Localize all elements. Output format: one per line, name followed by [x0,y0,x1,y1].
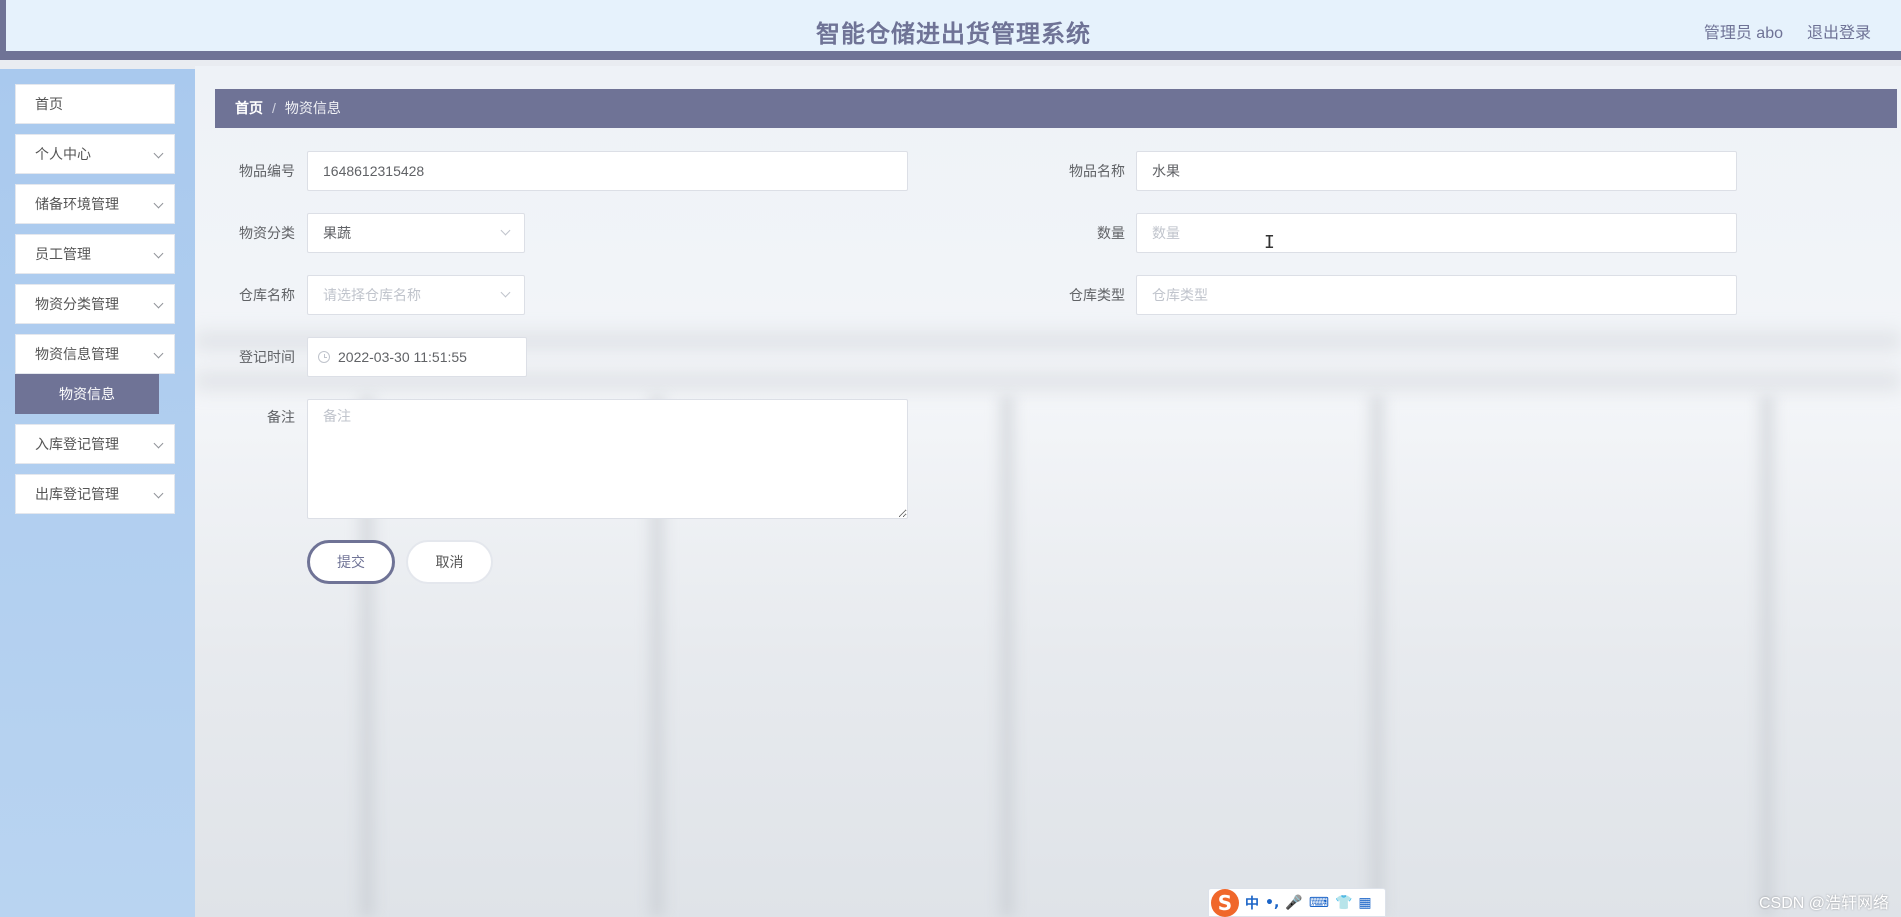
app-title: 智能仓储进出货管理系统 [816,21,1091,48]
quantity-input[interactable] [1136,213,1737,253]
category-select[interactable] [307,213,525,253]
category-select-value[interactable] [307,213,525,253]
chevron-down-icon [153,148,164,159]
sidebar-item-inbound[interactable]: 入库登记管理 [15,424,175,464]
sidebar-item-outbound[interactable]: 出库登记管理 [15,474,175,514]
warehouse-name-select-value[interactable] [307,275,525,315]
breadcrumb-current: 物资信息 [284,100,341,116]
cancel-button[interactable]: 取消 [406,540,493,584]
current-user: 管理员 abo [1703,25,1783,42]
clock-icon [318,351,330,363]
sidebar-item-label: 物资分类管理 [35,296,119,312]
warehouse-type-label: 仓库类型 [1069,287,1125,303]
chevron-down-icon [153,488,164,499]
breadcrumb-separator: / [272,100,276,116]
sidebar-item-label: 储备环境管理 [35,196,119,212]
ime-microphone-icon[interactable]: 🎤 [1285,895,1302,911]
ime-toolbar: S 中 •, 🎤 ⌨ 👕 ▦ [1208,888,1386,917]
watermark: CSDN @浩轩网络 [1758,895,1889,912]
ime-chinese-mode-icon[interactable]: 中 [1245,893,1259,913]
text-cursor-icon: I [1264,232,1275,253]
sidebar-item-storage-environment[interactable]: 储备环境管理 [15,184,175,224]
warehouse-type-input[interactable] [1136,275,1737,315]
quantity-label: 数量 [1097,225,1125,241]
remark-textarea[interactable] [307,399,908,519]
warehouse-name-label: 仓库名称 [239,287,295,303]
chevron-down-icon [153,198,164,209]
sidebar-item-material-category[interactable]: 物资分类管理 [15,284,175,324]
ime-skin-icon[interactable]: 👕 [1335,895,1352,911]
register-time-input[interactable] [307,337,527,377]
item-code-input[interactable] [307,151,908,191]
sidebar-subitem-material-info[interactable]: 物资信息 [15,374,159,414]
register-time-label: 登记时间 [239,349,295,365]
sidebar-item-label: 入库登记管理 [35,436,119,452]
background-post [1755,396,1779,917]
item-name-input[interactable] [1136,151,1737,191]
logout-link[interactable]: 退出登录 [1807,19,1871,43]
sidebar-item-home[interactable]: 首页 [15,84,175,124]
sidebar-item-label: 出库登记管理 [35,486,119,502]
chevron-down-icon [153,438,164,449]
background-post [995,396,1019,917]
breadcrumb-home[interactable]: 首页 [235,100,263,116]
sogou-logo-icon[interactable]: S [1211,888,1239,917]
item-code-label: 物品编号 [239,163,295,179]
remark-label: 备注 [267,409,295,425]
sidebar-item-material-info[interactable]: 物资信息管理 [15,334,175,374]
ime-keyboard-icon[interactable]: ⌨ [1309,895,1329,911]
background-post [1365,396,1389,917]
category-label: 物资分类 [239,225,295,241]
chevron-down-icon [153,248,164,259]
sidebar-item-staff[interactable]: 员工管理 [15,234,175,274]
ime-tools-icon[interactable]: ▦ [1358,895,1371,911]
sidebar-item-label: 首页 [35,96,63,112]
chevron-down-icon [153,348,164,359]
top-header: 智能仓储进出货管理系统 管理员 abo 退出登录 [0,0,1901,60]
sidebar-item-label: 员工管理 [35,246,91,262]
submit-button[interactable]: 提交 [307,540,395,584]
chevron-down-icon [153,298,164,309]
sidebar: 首页 个人中心 储备环境管理 员工管理 物资分类管理 物资信息管理 物资信息 入… [0,69,195,917]
register-time-picker[interactable] [307,337,527,377]
ime-punctuation-icon[interactable]: •, [1265,895,1279,911]
item-name-label: 物品名称 [1069,163,1125,179]
breadcrumb: 首页 / 物资信息 [215,89,1897,128]
sidebar-item-label: 物资信息管理 [35,346,119,362]
sidebar-item-personal-center[interactable]: 个人中心 [15,134,175,174]
sidebar-item-label: 个人中心 [35,146,91,162]
warehouse-name-select[interactable] [307,275,525,315]
